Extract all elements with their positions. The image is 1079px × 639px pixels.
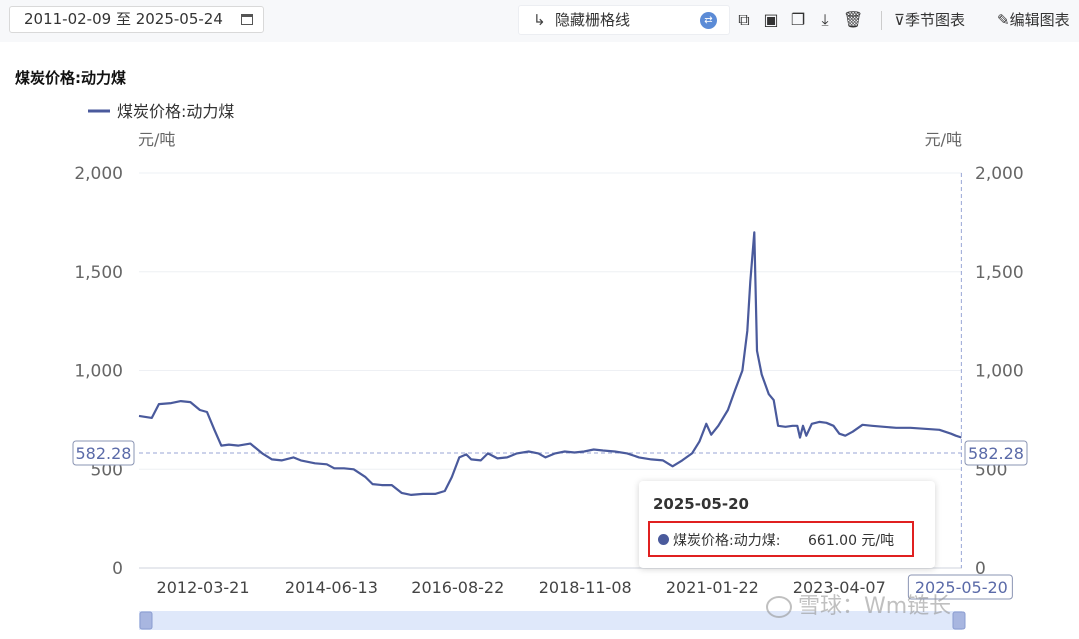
y-tick-left: 1,000 [74, 362, 123, 382]
zoom-handle-left [139, 611, 153, 630]
y-tick-left: 2,000 [74, 164, 123, 184]
data-tooltip: 2025-05-20 煤炭价格:动力煤: 661.00 元/吨 [639, 481, 935, 568]
x-tick-label: 2012-03-21 [157, 578, 250, 597]
x-tick-label: 2016-08-22 [411, 578, 504, 597]
zoom-handle-right [952, 611, 966, 630]
y-unit-left: 元/吨 [138, 130, 175, 149]
series-dot-icon [658, 534, 669, 545]
y-tick-right: 1,000 [975, 362, 1024, 382]
legend-label: 煤炭价格:动力煤 [117, 102, 234, 121]
tooltip-series-name: 煤炭价格:动力煤: [673, 533, 781, 549]
y-unit-right: 元/吨 [925, 130, 962, 149]
x-tick-label: 2014-06-13 [285, 578, 378, 597]
marker-label-right: 582.28 [968, 444, 1024, 463]
marker-label-left: 582.28 [76, 444, 132, 463]
y-tick-left: 1,500 [74, 263, 123, 283]
watermark-text: 雪球：Wm链长 [798, 594, 952, 619]
x-tick-label: 2021-01-22 [666, 578, 759, 597]
wechat-icon [766, 596, 792, 618]
watermark: 雪球：Wm链长 [766, 588, 951, 620]
x-tick-label: 2018-11-08 [539, 578, 632, 597]
y-tick-left: 0 [112, 559, 123, 579]
y-tick-right: 2,000 [975, 164, 1024, 184]
tooltip-highlight-box: 煤炭价格:动力煤: 661.00 元/吨 [648, 521, 914, 557]
tooltip-value: 661.00 元/吨 [808, 533, 895, 549]
tooltip-date: 2025-05-20 [653, 495, 749, 513]
y-tick-right: 1,500 [975, 263, 1024, 283]
